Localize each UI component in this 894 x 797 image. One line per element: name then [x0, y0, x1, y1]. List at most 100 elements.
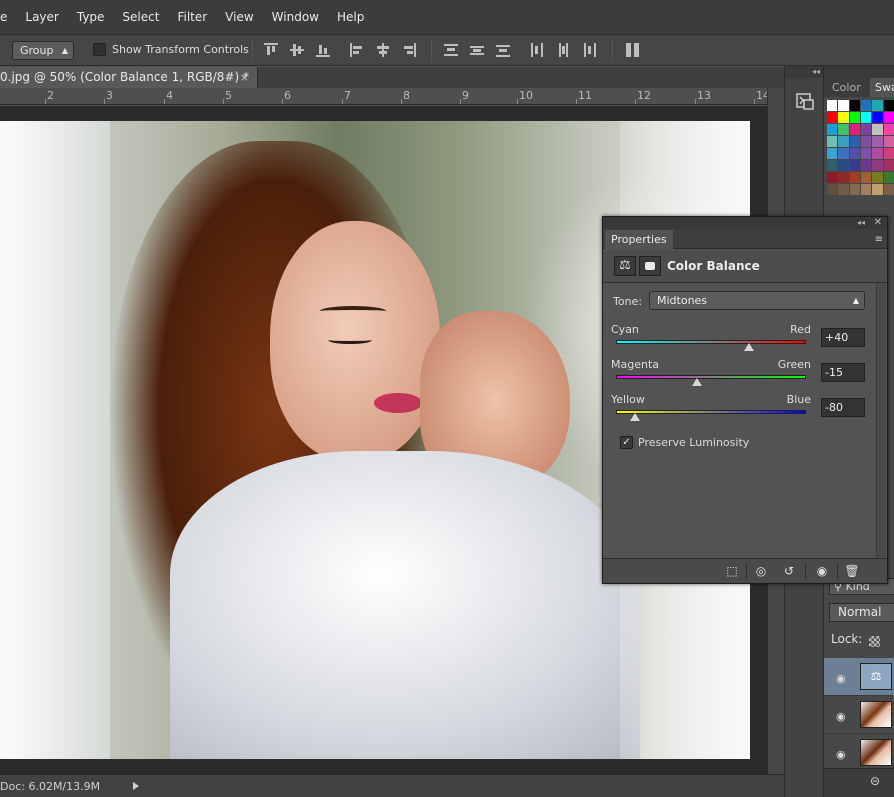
color-swatch[interactable] [872, 112, 883, 123]
color-swatch[interactable] [872, 124, 883, 135]
color-swatch[interactable] [827, 148, 838, 159]
color-swatch[interactable] [860, 184, 872, 195]
menu-edit[interactable]: e [0, 10, 16, 24]
yellow-blue-slider[interactable] [616, 410, 806, 414]
close-icon[interactable]: ✕ [874, 217, 882, 229]
balance-icon[interactable]: ⚖ [614, 256, 636, 276]
eye-icon[interactable]: ◉ [836, 748, 846, 761]
color-swatch[interactable] [872, 184, 883, 195]
link-layers-icon[interactable]: ⊝ [870, 774, 880, 788]
tab-color[interactable]: Color [827, 78, 866, 97]
menu-window[interactable]: Window [263, 10, 328, 24]
visibility-icon[interactable]: ◉ [813, 563, 831, 579]
color-swatch[interactable] [872, 172, 883, 183]
color-swatch[interactable] [860, 160, 872, 171]
color-swatch[interactable] [838, 148, 849, 159]
right-panel-collapse[interactable] [824, 66, 894, 78]
color-swatch[interactable] [849, 100, 860, 111]
clip-to-layer-icon[interactable]: ⬚ [723, 563, 741, 579]
properties-panel-icon[interactable] [789, 88, 820, 116]
layer-row-photo-copy[interactable]: ◉ [824, 696, 894, 734]
distribute-hcenter-icon[interactable] [556, 43, 570, 57]
align-hcenter-icon[interactable] [376, 43, 390, 57]
tab-properties[interactable]: Properties [605, 230, 673, 249]
color-swatch[interactable] [838, 124, 849, 135]
menu-filter[interactable]: Filter [168, 10, 216, 24]
status-menu-arrow-icon[interactable] [133, 782, 139, 790]
show-transform-checkbox[interactable] [93, 43, 106, 56]
reset-icon[interactable]: ↺ [780, 563, 798, 579]
color-swatch[interactable] [838, 160, 849, 171]
color-swatch[interactable] [849, 124, 860, 135]
menu-help[interactable]: Help [328, 10, 373, 24]
distribute-right-icon[interactable] [582, 43, 596, 57]
align-bottom-icon[interactable] [316, 43, 330, 57]
preserve-luminosity-checkbox[interactable]: ✓ [620, 436, 633, 449]
color-swatch[interactable] [883, 160, 894, 171]
document-tab[interactable]: 0.jpg @ 50% (Color Balance 1, RGB/8#) * … [0, 67, 258, 88]
color-swatch[interactable] [827, 100, 838, 111]
layer-row-color-balance[interactable]: ◉ ⚖ [824, 658, 894, 696]
cyan-red-slider[interactable] [616, 340, 806, 344]
color-swatch[interactable] [849, 148, 860, 159]
align-right-icon[interactable] [402, 43, 416, 57]
color-swatch[interactable] [849, 136, 860, 147]
lock-transparent-icon[interactable] [869, 636, 880, 647]
color-swatch[interactable] [838, 172, 849, 183]
color-swatch[interactable] [872, 160, 883, 171]
color-swatch[interactable] [860, 148, 872, 159]
color-swatch[interactable] [827, 160, 838, 171]
color-swatch[interactable] [883, 172, 894, 183]
collapse-icon[interactable]: ◂◂ [785, 66, 824, 78]
color-swatch[interactable] [883, 112, 894, 123]
color-swatch[interactable] [849, 172, 860, 183]
magenta-green-value[interactable]: -15 [821, 363, 865, 382]
eye-icon[interactable]: ◉ [836, 710, 846, 723]
color-swatch[interactable] [838, 136, 849, 147]
color-swatch[interactable] [883, 148, 894, 159]
close-tab-icon[interactable]: × [240, 67, 249, 88]
distribute-top-icon[interactable] [444, 43, 458, 57]
color-swatch[interactable] [849, 184, 860, 195]
magenta-green-slider-thumb[interactable] [691, 378, 702, 386]
collapse-icon[interactable]: ◂◂ [857, 217, 865, 229]
color-swatch[interactable] [872, 100, 883, 111]
color-swatch[interactable] [860, 112, 872, 123]
magenta-green-slider[interactable] [616, 375, 806, 379]
color-swatch[interactable] [883, 124, 894, 135]
cyan-red-value[interactable]: +40 [821, 328, 865, 347]
menu-layer[interactable]: Layer [16, 10, 67, 24]
color-swatch[interactable] [827, 136, 838, 147]
color-swatch[interactable] [849, 112, 860, 123]
properties-scrollbar[interactable] [876, 283, 886, 558]
menu-type[interactable]: Type [68, 10, 114, 24]
panel-menu-icon[interactable]: ≡ [875, 234, 883, 245]
color-swatch[interactable] [860, 124, 872, 135]
color-swatch[interactable] [838, 184, 849, 195]
align-left-icon[interactable] [350, 43, 364, 57]
color-swatch[interactable] [827, 184, 838, 195]
color-swatch[interactable] [838, 100, 849, 111]
distribute-vcenter-icon[interactable] [470, 43, 484, 57]
layer-row-photo[interactable]: ◉ [824, 734, 894, 772]
color-swatch[interactable] [827, 112, 838, 123]
mask-icon[interactable] [639, 256, 661, 276]
yellow-blue-slider-thumb[interactable] [630, 413, 640, 421]
tab-swatches[interactable]: Swa [870, 78, 894, 97]
distribute-left-icon[interactable] [530, 43, 544, 57]
tone-dropdown[interactable]: Midtones ▲ [649, 291, 865, 310]
horizontal-ruler[interactable]: 2 3 4 5 6 7 8 9 10 11 12 13 14 [0, 88, 770, 105]
color-swatch[interactable] [827, 124, 838, 135]
cyan-red-slider-thumb[interactable] [744, 343, 754, 351]
auto-select-dropdown[interactable]: Group ▲ [12, 41, 74, 60]
trash-icon[interactable]: 🗑 [843, 563, 861, 579]
view-previous-state-icon[interactable]: ◎ [752, 563, 770, 579]
color-swatch[interactable] [860, 172, 872, 183]
menu-select[interactable]: Select [113, 10, 168, 24]
properties-titlebar[interactable]: ◂◂ ✕ [603, 217, 887, 229]
color-swatch[interactable] [883, 136, 894, 147]
color-swatch[interactable] [860, 136, 872, 147]
distribute-bottom-icon[interactable] [496, 43, 510, 57]
color-swatch[interactable] [872, 148, 883, 159]
color-swatch[interactable] [849, 160, 860, 171]
